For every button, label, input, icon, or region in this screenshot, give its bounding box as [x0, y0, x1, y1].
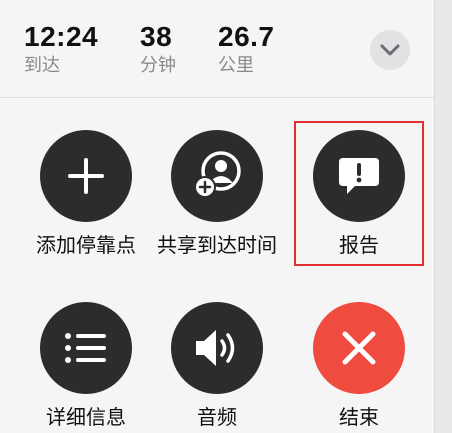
plus-icon [68, 158, 104, 194]
arrival-time-stat: 12:24 到达 [24, 22, 98, 78]
list-icon [65, 333, 106, 363]
report-label: 报告 [339, 233, 379, 257]
arrival-time-value: 12:24 [24, 21, 99, 52]
arrival-time-label: 到达 [24, 55, 60, 76]
distance-stat: 26.7 公里 [218, 22, 275, 78]
chevron-down-icon [380, 44, 400, 56]
add-stop-circle[interactable] [40, 130, 132, 222]
navigation-panel: 12:24 到达 38 分钟 26.7 公里 添加停靠点 共享到达时间 报告 详… [0, 0, 435, 433]
distance-label: 公里 [218, 55, 254, 76]
audio-circle[interactable] [171, 302, 263, 394]
add-stop-label: 添加停靠点 [36, 233, 136, 257]
details-button[interactable]: 详细信息 [21, 302, 151, 430]
share-eta-circle[interactable] [171, 130, 263, 222]
end-button[interactable]: 结束 [294, 302, 424, 430]
divider [0, 97, 434, 98]
report-button[interactable]: 报告 [294, 130, 424, 258]
minutes-label: 分钟 [140, 55, 176, 76]
exclamation-bubble-icon [339, 158, 379, 194]
audio-button[interactable]: 音频 [152, 302, 282, 430]
add-stop-button[interactable]: 添加停靠点 [21, 130, 151, 258]
minutes-stat: 38 分钟 [140, 22, 176, 78]
audio-label: 音频 [197, 405, 237, 429]
minutes-value: 38 [140, 21, 173, 52]
add-person-icon [194, 151, 241, 198]
speaker-icon [196, 330, 235, 366]
share-eta-button[interactable]: 共享到达时间 [152, 130, 282, 258]
end-label: 结束 [339, 405, 379, 429]
report-circle[interactable] [313, 130, 405, 222]
details-label: 详细信息 [46, 405, 126, 429]
end-circle[interactable] [313, 302, 405, 394]
distance-value: 26.7 [218, 21, 275, 52]
share-eta-label: 共享到达时间 [157, 233, 277, 257]
close-icon [342, 331, 376, 365]
details-circle[interactable] [40, 302, 132, 394]
collapse-button[interactable] [370, 30, 410, 70]
